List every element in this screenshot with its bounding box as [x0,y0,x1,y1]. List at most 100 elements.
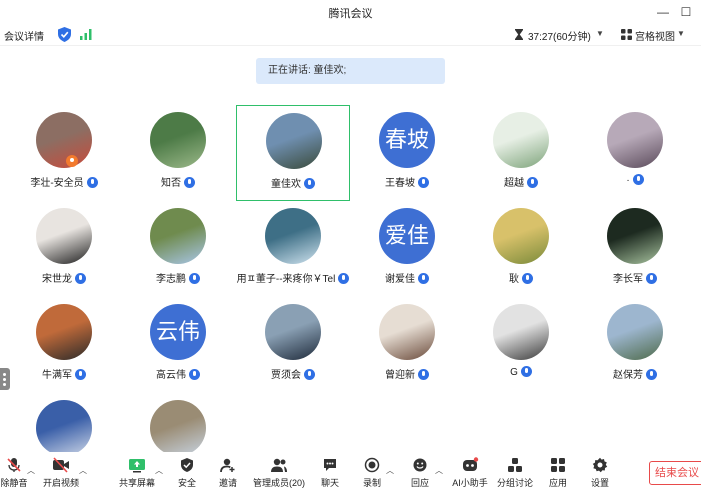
avatar: 云伟 [150,304,206,360]
grid-view-icon[interactable] [621,29,632,40]
avatar [493,112,549,168]
mic-icon [189,273,200,284]
record-button[interactable]: 录制 [360,457,384,489]
manage-members-label: 管理成员(20) [252,478,305,488]
share-screen-label: 共享屏幕 [118,478,155,488]
bottom-toolbar: 除静音 ︿ 开启视频 ︿ 共享屏幕 ︿ 安全 邀请 管理成员(20) 聊天 录制… [0,452,701,493]
apps-label: 应用 [548,478,567,488]
chevron-up-icon[interactable]: ︿ [386,465,394,476]
avatar [607,304,663,360]
chat-label: 聊天 [320,478,339,488]
participant-tile[interactable]: G [464,297,578,393]
hourglass-icon [515,29,523,40]
participant-name-row: 超越 [464,174,578,189]
speaking-banner: 正在讲话: 童佳欢; [256,58,445,84]
participant-name: 耿 [509,274,519,285]
participant-tile[interactable]: 曾迎新 [350,297,464,393]
maximize-button[interactable]: ☐ [677,3,695,21]
participant-tile[interactable]: 牛满军 [7,297,121,393]
gear-icon [592,457,608,473]
apps-button[interactable]: 应用 [546,457,570,489]
mic-icon [418,369,429,380]
avatar [493,208,549,264]
participant-name-row: 李志鹏 [121,270,235,285]
participant-tile[interactable]: 知否 [121,105,235,201]
mic-icon [418,177,429,188]
participant-tile[interactable]: 春坡 王春坡 [350,105,464,201]
invite-user-icon [220,458,235,473]
participant-tile[interactable]: 超越 [464,105,578,201]
mic-icon [75,273,86,284]
participant-tile[interactable]: 耿 [464,201,578,297]
chevron-up-icon[interactable]: ︿ [155,465,163,476]
invite-button[interactable]: 邀请 [216,457,240,489]
chat-icon [324,459,336,471]
participant-name: 牛满军 [42,370,72,381]
video-off-icon [53,457,69,473]
participant-tile[interactable]: 李壮-安全员 [7,105,121,201]
avatar [150,112,206,168]
side-panel-handle[interactable] [0,368,10,390]
settings-button[interactable]: 设置 [588,457,612,489]
participant-tile[interactable]: 爱佳 谢爱佳 [350,201,464,297]
chevron-up-icon[interactable]: ︿ [27,465,35,476]
mic-icon [304,178,315,189]
meeting-info-button[interactable]: 会议详情 [4,28,44,43]
participant-name-row: 谢爱佳 [350,270,464,285]
minimize-button[interactable]: — [654,3,672,21]
unmute-label: 除静音 [0,478,28,488]
participant-tile[interactable]: 童佳欢 [236,105,350,201]
participant-name-row: 赵保芳 [578,366,692,381]
meeting-timer[interactable]: 37:27(60分钟) [528,28,591,43]
chevron-down-icon[interactable]: ▼ [596,29,604,38]
participant-name: 知否 [161,178,181,189]
shield-icon[interactable] [58,27,71,42]
apps-icon [551,458,565,472]
participant-tile[interactable]: 李长军 [578,201,692,297]
breakout-button[interactable]: 分组讨论 [496,457,534,489]
participant-name: 超越 [504,178,524,189]
avatar [150,208,206,264]
participant-tile[interactable]: · [578,105,692,201]
view-mode-button[interactable]: 宫格视图 [635,28,675,43]
muted-mic-icon [7,458,21,472]
chevron-up-icon[interactable]: ︿ [435,465,443,476]
participant-tile[interactable]: 贾须会 [236,297,350,393]
avatar [266,113,322,169]
mic-icon [520,366,532,377]
participant-name: 宋世龙 [42,274,72,285]
participant-tile[interactable]: 赵保芳 [578,297,692,393]
participant-name: 谢爱佳 [385,274,415,285]
record-label: 录制 [362,478,381,488]
participant-tile[interactable]: 李志鹏 [121,201,235,297]
reaction-icon [413,458,427,472]
end-meeting-button[interactable]: 结束会议 [649,461,701,485]
participant-name: G [510,367,518,378]
manage-members-button[interactable]: 管理成员(20) [252,457,306,489]
participant-tile[interactable]: 云伟 高云伟 [121,297,235,393]
window-title: 腾讯会议 [328,8,373,20]
mic-icon [338,273,350,284]
participant-tile[interactable]: 宋世龙 [7,201,121,297]
participant-name: 李壮-安全员 [30,178,84,189]
participant-tile[interactable]: 用ㅍ董子--来疼你￥Tel [236,201,350,297]
avatar [36,208,92,264]
participant-name-row: 童佳欢 [237,175,349,190]
shield-icon [181,458,193,472]
invite-label: 邀请 [218,478,237,488]
reaction-button[interactable]: 回应 [408,457,432,489]
chat-button[interactable]: 聊天 [318,457,342,489]
participant-name-row: 宋世龙 [7,270,121,285]
start-video-button[interactable]: 开启视频 [42,457,80,489]
share-screen-button[interactable]: 共享屏幕 [118,457,156,489]
share-screen-icon [129,459,145,473]
security-button[interactable]: 安全 [175,457,199,489]
chevron-down-icon[interactable]: ▼ [677,29,685,38]
signal-strength-icon[interactable] [80,28,92,40]
ai-assistant-button[interactable]: AI小助手 [450,457,490,489]
top-toolbar: 会议详情 37:27(60分钟) ▼ 宫格视图 ▼ [0,24,701,46]
mic-icon [304,369,315,380]
mic-icon [646,273,657,284]
unmute-button[interactable]: 除静音 [0,457,28,489]
chevron-up-icon[interactable]: ︿ [79,465,87,476]
